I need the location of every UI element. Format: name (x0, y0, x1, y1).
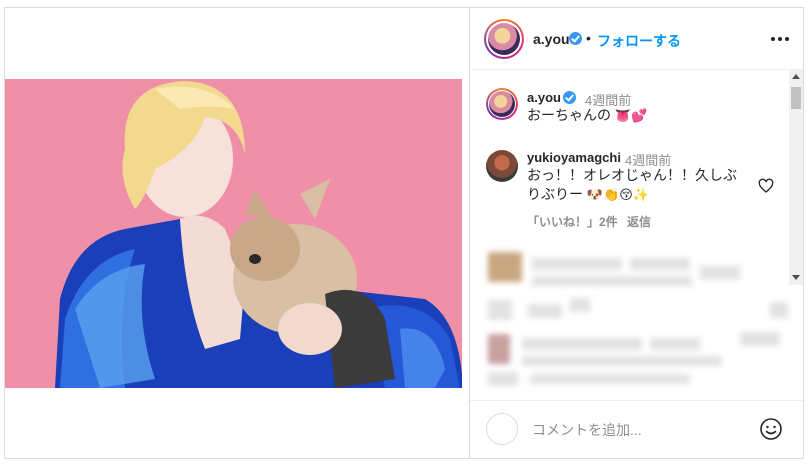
post-side-panel: a.you • フォローする a.you 4週間前 おーちゃんの 👅💕 yuki… (470, 8, 803, 458)
caption-text-body: おーちゃんの (527, 107, 611, 123)
comments-scrollbar[interactable] (789, 70, 803, 285)
comment-text-line-1: おっ！！オレオじゃん！！久しぶ (527, 167, 737, 183)
post-header: a.you • フォローする (470, 8, 803, 70)
comments-list[interactable]: a.you 4週間前 おーちゃんの 👅💕 yukioyamagchi 4週間前 … (470, 70, 803, 400)
comment-composer (470, 400, 803, 458)
comment-text: おっ！！オレオじゃん！！久しぶ りぶりー 🐶👏😚✨ (527, 166, 757, 205)
follow-button[interactable]: フォローする (597, 31, 681, 51)
author-username[interactable]: a.you (533, 31, 570, 47)
like-comment-heart-icon[interactable] (758, 178, 774, 194)
scroll-down-arrow-icon[interactable] (792, 275, 800, 280)
caption-text: おーちゃんの 👅💕 (527, 106, 647, 126)
scrollbar-thumb[interactable] (791, 87, 801, 109)
caption-verified-badge-icon (563, 91, 576, 104)
post-media (5, 8, 469, 458)
comment-text-line-2: りぶりー (527, 186, 583, 202)
more-horizontal-icon[interactable] (770, 30, 790, 46)
caption-username[interactable]: a.you (527, 90, 561, 105)
header-separator: • (586, 30, 591, 46)
scroll-up-arrow-icon[interactable] (792, 74, 800, 79)
emoji-smiley-icon[interactable] (759, 417, 783, 441)
author-avatar[interactable] (484, 19, 524, 59)
dog-clap-kiss-sparkle-emoji-icon: 🐶👏😚✨ (586, 188, 650, 203)
reply-button[interactable]: 返信 (627, 213, 651, 230)
commenter-avatar[interactable] (486, 150, 518, 182)
post-photo[interactable] (5, 79, 469, 388)
tongue-heart-emoji-icon: 👅💕 (614, 109, 648, 124)
photo-illustration (5, 79, 469, 388)
commenter-username[interactable]: yukioyamagchi (527, 150, 621, 165)
comment-likes-count[interactable]: 「いいね！」2件 (527, 213, 618, 230)
add-comment-input[interactable] (532, 420, 752, 440)
instagram-post-embed: a.you • フォローする a.you 4週間前 おーちゃんの 👅💕 yuki… (4, 7, 804, 459)
current-user-avatar (486, 413, 518, 445)
caption-author-avatar[interactable] (486, 88, 518, 120)
verified-badge-icon (569, 32, 582, 45)
